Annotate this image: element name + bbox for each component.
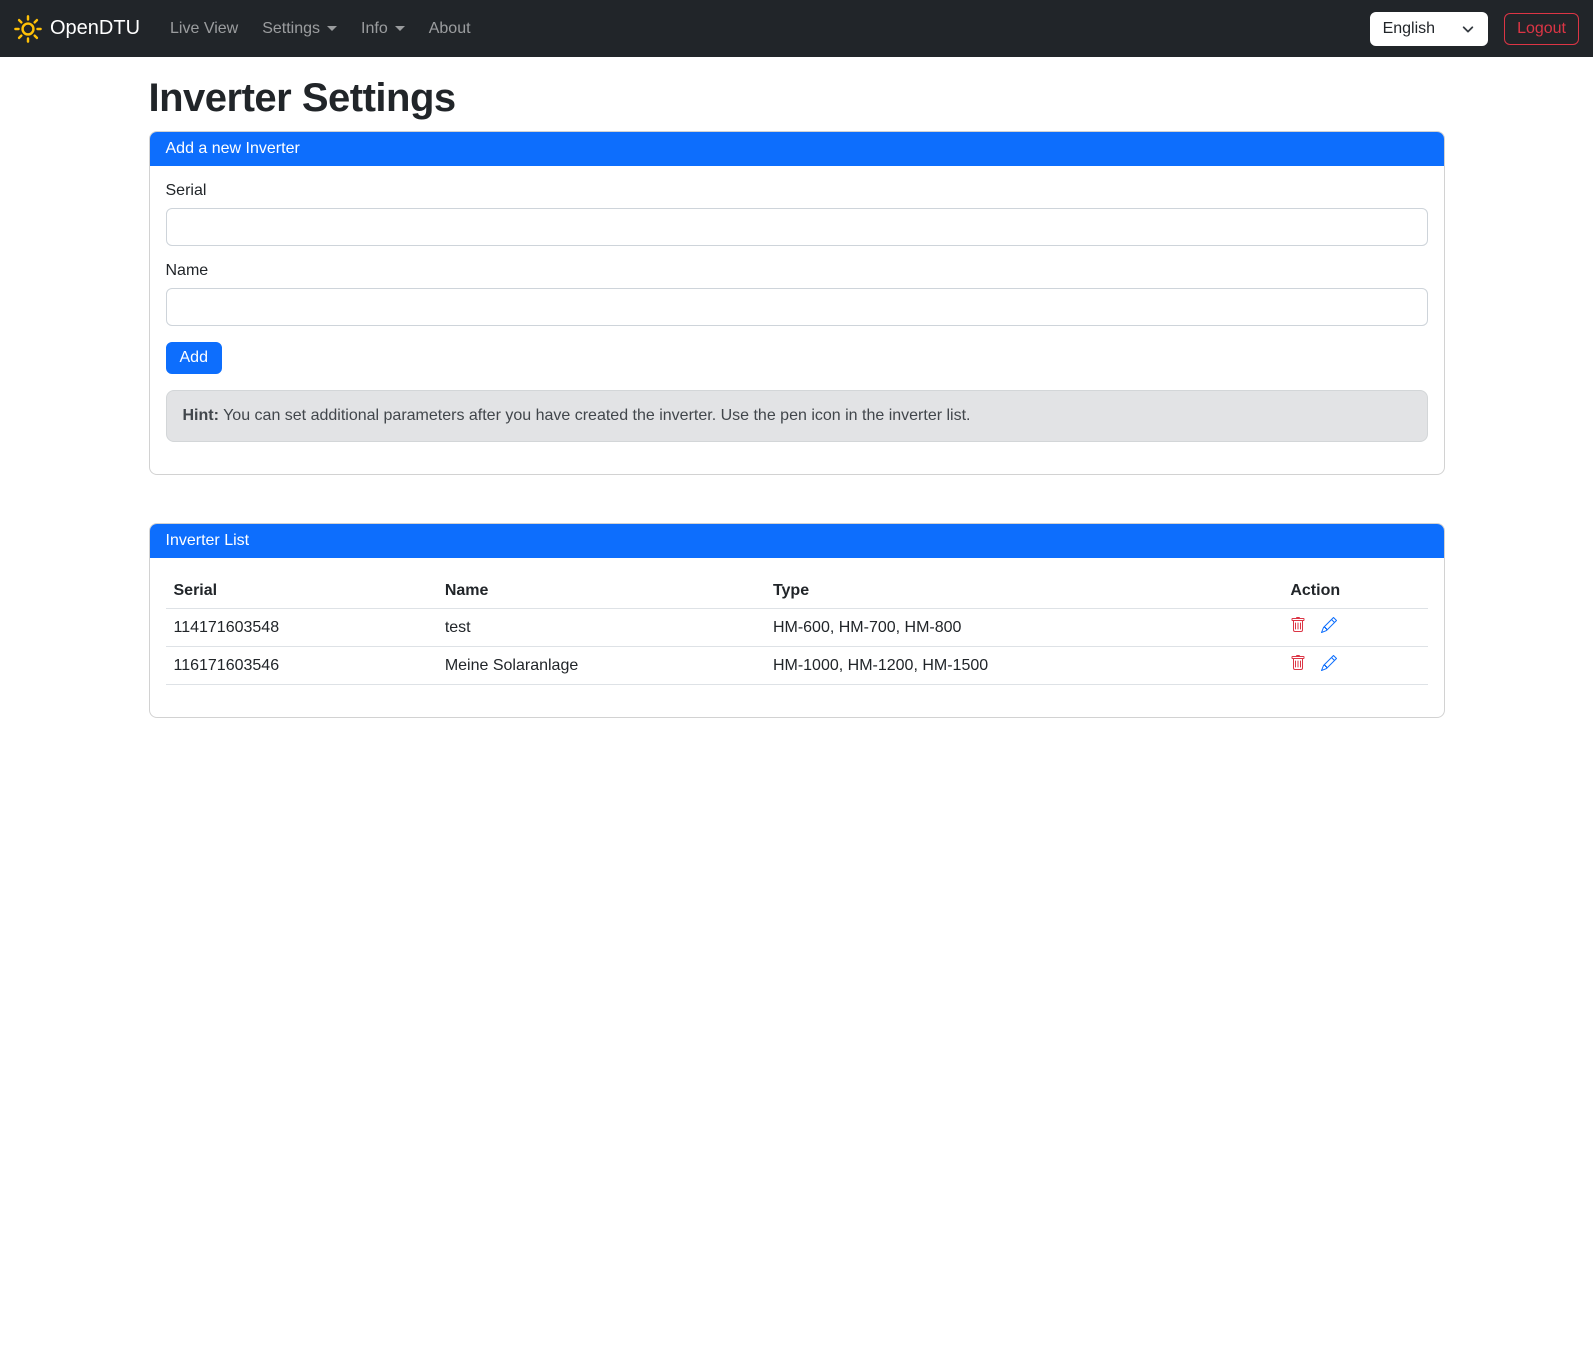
chevron-down-icon <box>1461 22 1475 36</box>
logout-button[interactable]: Logout <box>1504 13 1579 45</box>
table-header-row: Serial Name Type Action <box>166 574 1428 609</box>
cell-serial: 114171603548 <box>166 609 437 647</box>
cell-type: HM-600, HM-700, HM-800 <box>765 609 1282 647</box>
nav-item-label: About <box>429 20 471 38</box>
hint-label: Hint: <box>183 407 219 424</box>
table-row: 116171603546 Meine Solaranlage HM-1000, … <box>166 647 1428 685</box>
add-inverter-card: Add a new Inverter Serial Name Add Hint:… <box>149 131 1445 475</box>
hint-text: You can set additional parameters after … <box>223 407 970 424</box>
column-header-serial: Serial <box>166 574 437 609</box>
nav-item-info[interactable]: Info <box>349 12 417 46</box>
nav-item-settings[interactable]: Settings <box>250 12 349 46</box>
nav-item-label: Settings <box>262 20 320 38</box>
cell-name: test <box>437 609 765 647</box>
nav-item-label: Live View <box>170 20 238 38</box>
brand-link[interactable]: OpenDTU <box>14 15 140 43</box>
column-header-type: Type <box>765 574 1282 609</box>
inverter-table: Serial Name Type Action 114171603548 tes… <box>166 574 1428 685</box>
hint-alert: Hint: You can set additional parameters … <box>166 390 1428 442</box>
add-inverter-card-header: Add a new Inverter <box>150 132 1444 166</box>
add-button[interactable]: Add <box>166 342 222 374</box>
cell-action <box>1282 609 1427 647</box>
nav-item-live-view[interactable]: Live View <box>158 12 250 46</box>
language-selected-value: English <box>1383 20 1435 38</box>
dropdown-caret-icon <box>327 26 337 31</box>
name-label: Name <box>166 262 1428 280</box>
pencil-icon[interactable] <box>1321 655 1337 671</box>
cell-action <box>1282 647 1427 685</box>
trash-icon[interactable] <box>1290 655 1306 671</box>
cell-name: Meine Solaranlage <box>437 647 765 685</box>
page-title: Inverter Settings <box>149 76 1445 121</box>
inverter-list-card-header: Inverter List <box>150 524 1444 558</box>
serial-label: Serial <box>166 182 1428 200</box>
nav-item-about[interactable]: About <box>417 12 483 46</box>
dropdown-caret-icon <box>395 26 405 31</box>
serial-input[interactable] <box>166 208 1428 246</box>
brand-label: OpenDTU <box>50 17 140 40</box>
pencil-icon[interactable] <box>1321 617 1337 633</box>
column-header-action: Action <box>1282 574 1427 609</box>
inverter-list-card: Inverter List Serial Name Type Action 11… <box>149 523 1445 718</box>
name-input[interactable] <box>166 288 1428 326</box>
trash-icon[interactable] <box>1290 617 1306 633</box>
navbar: OpenDTU Live View Settings Info About En… <box>0 0 1593 57</box>
language-select[interactable]: English <box>1370 12 1488 46</box>
sun-icon <box>14 15 42 43</box>
table-row: 114171603548 test HM-600, HM-700, HM-800 <box>166 609 1428 647</box>
main-content: Inverter Settings Add a new Inverter Ser… <box>137 76 1457 718</box>
cell-type: HM-1000, HM-1200, HM-1500 <box>765 647 1282 685</box>
column-header-name: Name <box>437 574 765 609</box>
nav-item-label: Info <box>361 20 388 38</box>
cell-serial: 116171603546 <box>166 647 437 685</box>
